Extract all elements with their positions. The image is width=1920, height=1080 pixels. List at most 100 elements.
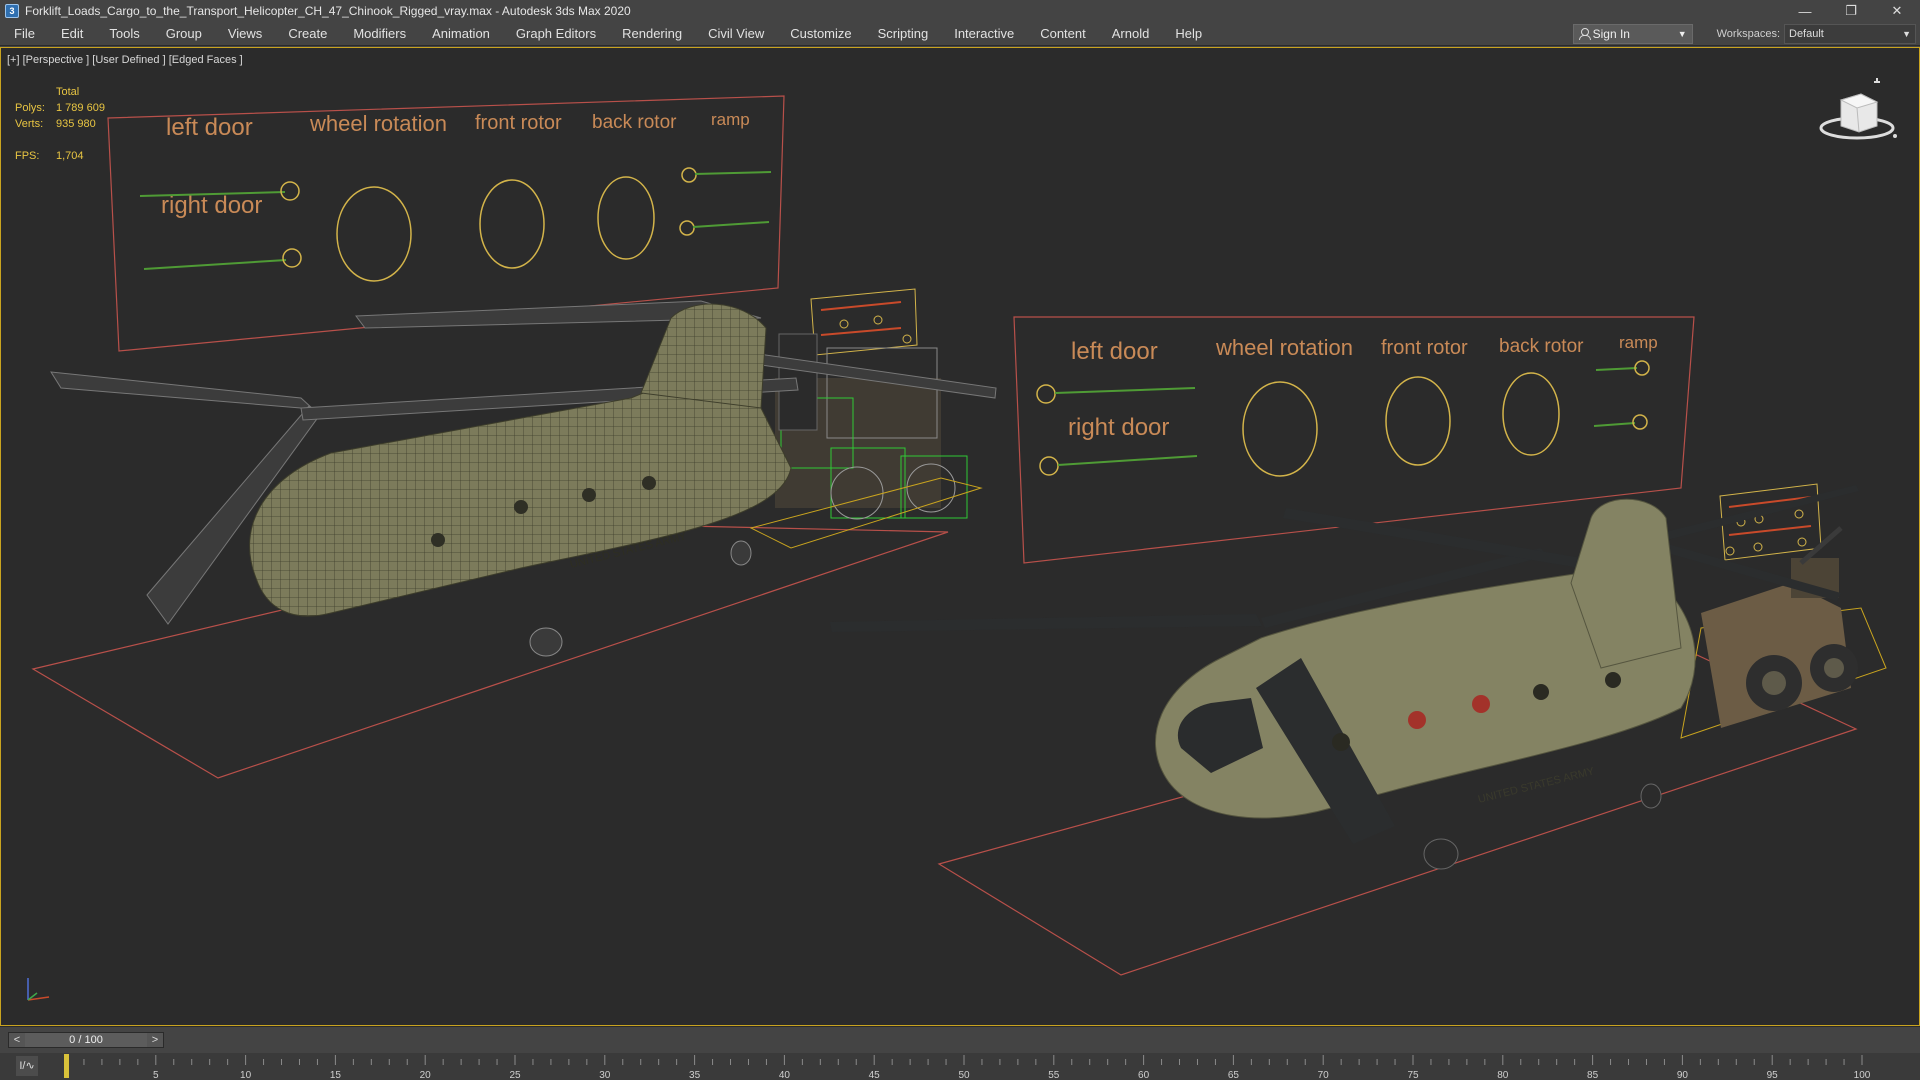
right-door-slider-handle[interactable] [282, 248, 302, 268]
wheel-rotation-dial[interactable] [1242, 381, 1318, 477]
frame-label: 50 [958, 1070, 970, 1080]
back-rotor-label: back rotor [592, 112, 677, 133]
verts-value: 935 980 [56, 118, 96, 130]
back-rotor-dial[interactable] [1502, 372, 1560, 456]
time-slider-panel: < 0 / 100 > I/∿ 5 10 15 20 25 30 35 40 45 50 55 60 6… [0, 1026, 1920, 1080]
front-rotor-dial[interactable] [1385, 376, 1451, 466]
viewcube-icon[interactable] [1819, 72, 1899, 146]
sign-in-button[interactable]: Sign In ▼ [1572, 23, 1693, 44]
ramp-slider-handle-2[interactable] [1632, 414, 1648, 430]
front-rotor-label: front rotor [475, 112, 562, 134]
menu-views[interactable]: Views [214, 26, 274, 41]
statistics-overlay: Total Polys: 1 789 609 Verts: 935 980 FPS:… [15, 86, 105, 166]
menu-create[interactable]: Create [274, 26, 339, 41]
frame-label: 70 [1318, 1070, 1330, 1080]
user-icon [1578, 28, 1591, 40]
left-door-slider-handle[interactable] [280, 181, 300, 201]
frame-label: 20 [420, 1070, 432, 1080]
ramp-label: ramp [1619, 333, 1658, 352]
right-door-slider-handle[interactable] [1039, 456, 1059, 476]
back-rotor-dial[interactable] [597, 176, 655, 260]
menu-content[interactable]: Content [1026, 26, 1098, 41]
helicopter-shaded-right[interactable]: UNITED STATES ARMY [830, 485, 1859, 870]
frame-label: 100 [1854, 1070, 1871, 1080]
scene-canvas[interactable]: left door right door wheel rotation fron… [1, 48, 1920, 1026]
sign-in-label: Sign In [1592, 26, 1630, 41]
menu-modifiers[interactable]: Modifiers [339, 26, 418, 41]
frame-ruler[interactable]: 5 10 15 20 25 30 35 40 45 50 55 60 65 70 75 80 85 90 95 100 [46, 1053, 1916, 1080]
fuselage-text-right: UNITED STATES ARMY [1477, 765, 1596, 806]
track-bar[interactable]: I/∿ 5 10 15 20 25 30 35 40 45 50 55 60 65 70 75 80 85 90 9… [0, 1053, 1920, 1080]
frame-label: 35 [689, 1070, 701, 1080]
restore-button[interactable]: ❐ [1828, 0, 1874, 22]
menu-rendering[interactable]: Rendering [608, 26, 694, 41]
menu-scripting[interactable]: Scripting [864, 26, 941, 41]
frame-counter[interactable]: 0 / 100 [25, 1033, 147, 1047]
menu-edit[interactable]: Edit [47, 26, 95, 41]
frame-label: 75 [1407, 1070, 1419, 1080]
fps-value: 1,704 [56, 150, 84, 162]
menu-animation[interactable]: Animation [418, 26, 502, 41]
frame-label: 90 [1677, 1070, 1689, 1080]
frame-label: 10 [240, 1070, 252, 1080]
minimize-button[interactable]: — [1782, 0, 1828, 22]
menu-file[interactable]: File [0, 26, 47, 41]
workspaces-label: Workspaces: [1716, 27, 1780, 40]
frame-label: 15 [330, 1070, 342, 1080]
frame-label: 85 [1587, 1070, 1599, 1080]
fps-label: FPS: [15, 150, 40, 162]
chevron-down-icon: ▼ [1902, 28, 1911, 39]
back-rotor-label: back rotor [1499, 336, 1584, 357]
frame-label: 45 [869, 1070, 881, 1080]
workspace-value: Default [1789, 27, 1824, 40]
viewport-label[interactable]: [+] [Perspective ] [User Defined ] [Edge… [7, 54, 243, 66]
perspective-viewport[interactable]: left door right door wheel rotation fron… [0, 47, 1920, 1026]
frame-label: 80 [1497, 1070, 1509, 1080]
prev-frame-button[interactable]: < [9, 1033, 25, 1047]
verts-label: Verts: [15, 118, 44, 130]
frame-label: 55 [1048, 1070, 1060, 1080]
ramp-slider-handle-1[interactable] [1634, 360, 1650, 376]
stats-total-label: Total [56, 86, 80, 98]
right-door-label: right door [1068, 414, 1169, 441]
time-slider[interactable]: < 0 / 100 > [8, 1032, 164, 1048]
front-rotor-label: front rotor [1381, 337, 1468, 359]
front-rotor-dial[interactable] [479, 179, 545, 269]
polys-label: Polys: [15, 102, 45, 114]
frame-label: 60 [1138, 1070, 1150, 1080]
menu-interactive[interactable]: Interactive [940, 26, 1026, 41]
close-button[interactable]: ✕ [1874, 0, 1920, 22]
frame-label: 65 [1228, 1070, 1240, 1080]
left-door-label: left door [1071, 338, 1158, 365]
menu-help[interactable]: Help [1161, 26, 1214, 41]
next-frame-button[interactable]: > [147, 1033, 163, 1047]
window-title: Forklift_Loads_Cargo_to_the_Transport_He… [25, 4, 631, 18]
wheel-rotation-label: wheel rotation [309, 111, 447, 136]
title-bar: 3 Forklift_Loads_Cargo_to_the_Transport_… [0, 0, 1920, 22]
menu-graph-editors[interactable]: Graph Editors [502, 26, 608, 41]
menu-civil-view[interactable]: Civil View [694, 26, 776, 41]
frame-label: 95 [1767, 1070, 1779, 1080]
left-door-slider-handle[interactable] [1036, 384, 1056, 404]
axis-tripod-icon [27, 978, 50, 1001]
chevron-down-icon: ▼ [1677, 28, 1687, 39]
menu-customize[interactable]: Customize [776, 26, 863, 41]
polys-value: 1 789 609 [56, 102, 105, 114]
frame-label: 5 [153, 1070, 159, 1080]
menu-arnold[interactable]: Arnold [1098, 26, 1162, 41]
wheel-rotation-dial[interactable] [336, 186, 412, 282]
playhead[interactable] [64, 1054, 69, 1078]
menu-bar: File Edit Tools Group Views Create Modif… [0, 22, 1920, 46]
ramp-slider-handle-1[interactable] [681, 167, 697, 183]
app-icon[interactable]: 3 [5, 4, 19, 18]
frame-label: 30 [599, 1070, 611, 1080]
workspace-select[interactable]: Default ▼ [1784, 23, 1916, 44]
left-door-label: left door [166, 114, 253, 141]
right-door-label: right door [161, 192, 262, 219]
menu-tools[interactable]: Tools [95, 26, 151, 41]
frame-label: 40 [779, 1070, 791, 1080]
menu-group[interactable]: Group [152, 26, 214, 41]
wheel-rotation-label: wheel rotation [1215, 335, 1353, 360]
curve-editor-toggle-icon[interactable]: I/∿ [16, 1056, 38, 1076]
ramp-slider-handle-2[interactable] [679, 220, 695, 236]
